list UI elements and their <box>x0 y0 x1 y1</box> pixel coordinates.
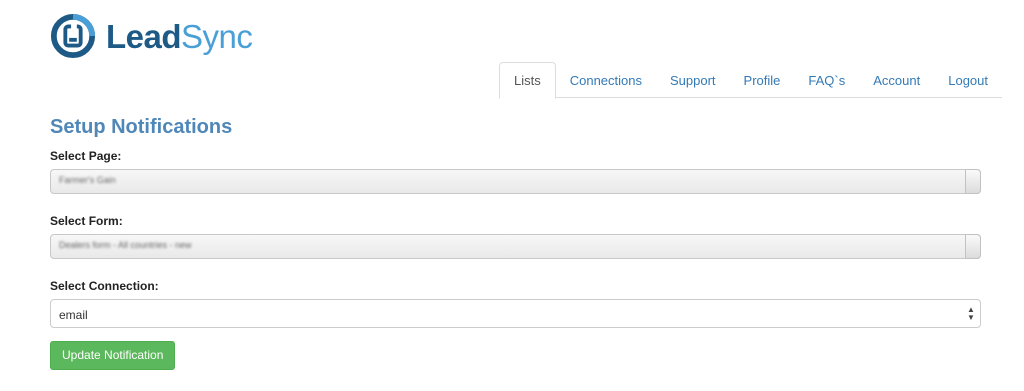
select-page-dropdown-button[interactable] <box>965 169 981 194</box>
tab-support[interactable]: Support <box>656 62 730 98</box>
select-page-label: Select Page: <box>50 149 122 163</box>
tab-connections[interactable]: Connections <box>556 62 656 98</box>
leadsync-logo-icon <box>50 13 96 59</box>
select-connection-dropdown[interactable]: email ▲ ▼ <box>50 299 981 328</box>
select-form-dropdown-button[interactable] <box>965 234 981 259</box>
nav-tabs: Lists Connections Support Profile FAQ`s … <box>498 62 1002 99</box>
tab-profile[interactable]: Profile <box>730 62 795 98</box>
update-notification-button[interactable]: Update Notification <box>50 341 176 370</box>
leadsync-logo[interactable]: LeadSync <box>50 12 253 60</box>
select-connection-value: email <box>59 308 88 322</box>
main-nav: Lists Connections Support Profile FAQ`s … <box>0 62 1024 99</box>
tab-faqs[interactable]: FAQ`s <box>794 62 859 98</box>
main-content: Setup Notifications Select Page: Farmer'… <box>50 115 981 370</box>
select-page-dropdown[interactable]: Farmer's Gain <box>50 169 981 194</box>
select-form-value: Dealers form - All countries - new <box>59 240 192 250</box>
select-connection-label: Select Connection: <box>50 279 159 293</box>
logo-text-lead: Lead <box>106 17 182 55</box>
tab-account[interactable]: Account <box>859 62 934 98</box>
select-form-dropdown[interactable]: Dealers form - All countries - new <box>50 234 981 259</box>
select-page-value: Farmer's Gain <box>59 175 116 185</box>
logo-text-sync: Sync <box>181 17 253 55</box>
tab-lists[interactable]: Lists <box>498 62 556 99</box>
select-form-label: Select Form: <box>50 214 123 228</box>
tab-logout[interactable]: Logout <box>934 62 1002 98</box>
updown-arrows-icon: ▲ ▼ <box>967 305 975 322</box>
logo-text: LeadSync <box>106 17 253 55</box>
page-title: Setup Notifications <box>50 116 233 138</box>
